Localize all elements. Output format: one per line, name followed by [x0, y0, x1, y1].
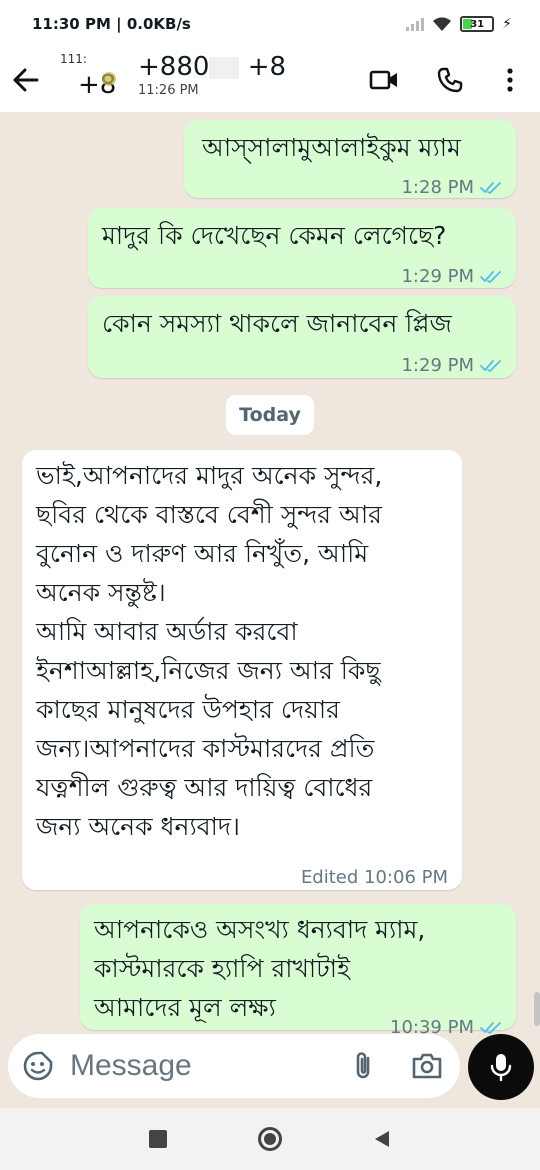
- message-bubble-outgoing[interactable]: আপনাকেও অসংখ্য ধন্যবাদ ম্যাম, কাস্টমারকে…: [80, 904, 516, 1038]
- home-circle-icon[interactable]: [256, 1125, 284, 1153]
- message-meta: 1:28 PM: [401, 168, 502, 207]
- message-time: 1:29 PM: [401, 266, 474, 287]
- mic-icon: [490, 1054, 512, 1082]
- message-text: কোন সমস্যা থাকলে জানাবেন প্লিজ: [102, 309, 452, 338]
- message-meta: 1:29 PM: [401, 346, 502, 385]
- message-input[interactable]: [70, 1046, 340, 1086]
- message-meta: 1:29 PM: [401, 257, 502, 296]
- status-network-speed: 0.0KB/s: [126, 15, 191, 33]
- attach-icon[interactable]: [348, 1050, 380, 1082]
- message-text: আস্সালামুআলাইকুম ম্যাম: [202, 133, 461, 162]
- contact-info[interactable]: +880 +8 11:26 PM: [138, 52, 286, 98]
- contact-name-part-b: +8: [247, 52, 287, 82]
- message-composer: [8, 1034, 460, 1098]
- more-options-icon[interactable]: [490, 60, 530, 100]
- battery-icon: 31: [460, 16, 495, 32]
- signal-icon: [406, 17, 425, 31]
- message-bubble-incoming[interactable]: ভাই,আপনাদের মাদুর অনেক সুন্দর, ছবির থেকে…: [22, 450, 462, 890]
- message-text: মাদুর কি দেখেছেন কেমন লেগেছে?: [102, 221, 447, 250]
- avatar[interactable]: 111: +8: [56, 52, 124, 108]
- day-divider: Today: [226, 395, 314, 435]
- wifi-icon: [433, 17, 452, 31]
- back-triangle-icon[interactable]: [368, 1125, 396, 1153]
- phone-call-icon[interactable]: [430, 60, 470, 100]
- message-time: 1:29 PM: [401, 355, 474, 376]
- status-separator: |: [110, 15, 127, 33]
- avatar-image-fragment: [102, 72, 116, 86]
- status-right: 31 ⚡: [406, 16, 512, 32]
- status-left: 11:30 PM | 0.0KB/s: [32, 15, 191, 33]
- read-ticks-icon: [480, 359, 501, 372]
- contact-name-part-a: +880: [138, 52, 210, 82]
- contact-subtitle: 11:26 PM: [138, 83, 199, 98]
- status-time: 11:30 PM: [32, 15, 111, 33]
- battery-level: 31: [470, 18, 485, 30]
- system-nav-bar: [0, 1108, 540, 1170]
- message-text: ভাই,আপনাদের মাদুর অনেক সুন্দর, ছবির থেকে…: [36, 461, 383, 841]
- video-call-icon[interactable]: [364, 60, 404, 100]
- charging-icon: ⚡: [502, 16, 512, 32]
- status-bar: 11:30 PM | 0.0KB/s 31 ⚡: [0, 0, 540, 48]
- read-ticks-icon: [480, 1021, 501, 1034]
- message-meta: Edited 10:06 PM: [301, 858, 448, 897]
- message-time: Edited 10:06 PM: [300, 867, 448, 888]
- read-ticks-icon: [480, 270, 501, 283]
- recents-square-icon[interactable]: [144, 1125, 172, 1153]
- scrollbar[interactable]: [534, 992, 540, 1026]
- redacted-block: [209, 56, 240, 79]
- emoji-icon[interactable]: [22, 1050, 54, 1082]
- back-arrow-icon[interactable]: [0, 48, 52, 112]
- chat-area[interactable]: আস্সালামুআলাইকুম ম্যাম 1:28 PM মাদুর কি …: [0, 112, 540, 1038]
- mic-button[interactable]: [468, 1034, 534, 1100]
- message-bubble-outgoing[interactable]: মাদুর কি দেখেছেন কেমন লেগেছে? 1:29 PM: [88, 208, 516, 288]
- avatar-top-text: 111:: [60, 52, 87, 66]
- camera-icon[interactable]: [410, 1050, 444, 1082]
- message-bubble-outgoing[interactable]: কোন সমস্যা থাকলে জানাবেন প্লিজ 1:29 PM: [88, 296, 516, 378]
- contact-name: +880 +8: [138, 52, 286, 82]
- read-ticks-icon: [480, 181, 501, 194]
- message-time: 1:28 PM: [401, 177, 474, 198]
- message-bubble-outgoing[interactable]: আস্সালামুআলাইকুম ম্যাম 1:28 PM: [184, 120, 516, 198]
- chat-header: 111: +8 +880 +8 11:26 PM: [0, 48, 540, 112]
- message-text: আপনাকেও অসংখ্য ধন্যবাদ ম্যাম, কাস্টমারকে…: [94, 915, 426, 1022]
